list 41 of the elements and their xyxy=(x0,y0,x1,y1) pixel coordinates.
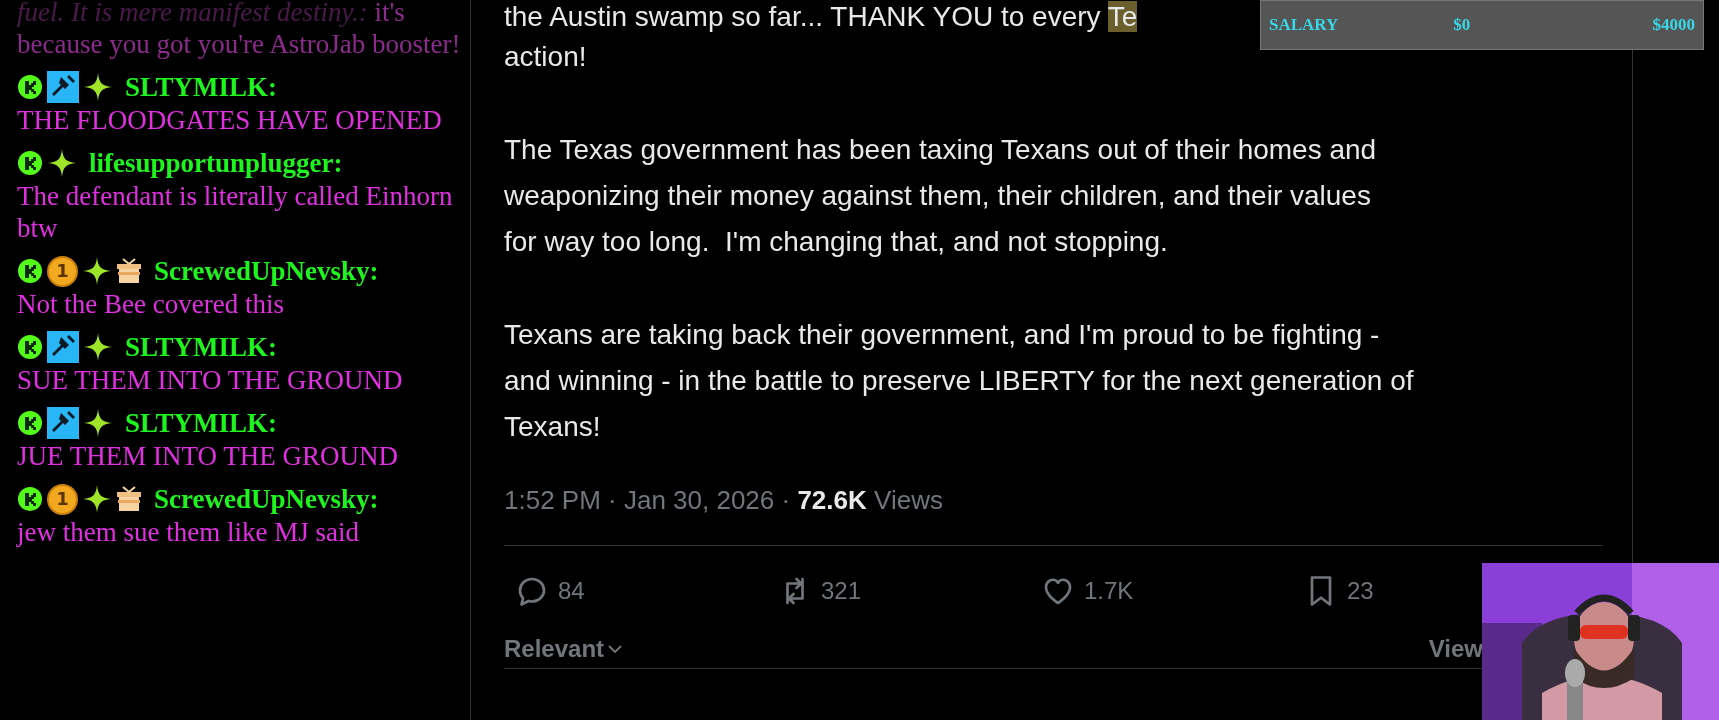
chat-message: SUE THEM INTO THE GROUND xyxy=(17,364,404,396)
chat-message: Not the Bee covered this xyxy=(17,288,285,320)
view-link[interactable]: View xyxy=(1428,625,1483,672)
chat-message: fuel. It is mere manifest destiny.: it's because you got you're AstroJab booster! xyxy=(17,0,462,60)
chat-username[interactable]: lifesupportunplugger: xyxy=(89,147,343,179)
kick-badge-icon xyxy=(17,410,43,436)
action-count: 84 xyxy=(558,575,585,606)
selected-text: Te xyxy=(1107,1,1138,32)
sort-dropdown[interactable]: Relevant xyxy=(504,625,625,672)
kick-badge-icon xyxy=(17,150,43,176)
chat-message: JUE THEM INTO THE GROUND xyxy=(17,440,399,472)
kick-badge-icon xyxy=(17,74,43,100)
kick-badge-icon xyxy=(17,334,43,360)
gift-badge-icon xyxy=(116,258,142,284)
kick-badge-icon xyxy=(17,486,43,512)
chat-username[interactable]: ScrewedUpNevsky: xyxy=(154,255,379,287)
post-timestamp: 1:52 PM · Jan 30, 2026 · 72.6K Views xyxy=(504,484,944,517)
post-text: the Austin swamp so far... THANK YOU to every Te xyxy=(504,0,1138,34)
salary-min: $0 xyxy=(1453,14,1471,37)
chat-username[interactable]: ScrewedUpNevsky: xyxy=(154,483,379,515)
hammer-badge-icon xyxy=(47,407,79,439)
chat-message: jew them sue them like MJ said xyxy=(17,516,360,548)
salary-max: $4000 xyxy=(1652,14,1695,37)
hammer-badge-icon xyxy=(47,71,79,103)
hammer-badge-icon xyxy=(47,331,79,363)
salary-label: SALARY xyxy=(1269,14,1339,37)
chat-username[interactable]: SLTYMILK: xyxy=(125,331,278,363)
coin-badge: 1 xyxy=(47,255,78,287)
action-count: 1.7K xyxy=(1084,575,1134,606)
chat-message: THE FLOODGATES HAVE OPENED xyxy=(17,104,443,136)
post-text: Texans are taking back their government, and I'm proud to be fighting - and winning - in the battle to preserve LIBERTY for the next generation of Texans! xyxy=(504,318,1414,444)
action-count: 321 xyxy=(821,575,862,606)
kick-badge-icon xyxy=(17,258,43,284)
coin-badge: 1 xyxy=(47,483,78,515)
chat-username[interactable]: SLTYMILK: xyxy=(125,71,278,103)
gift-badge-icon xyxy=(116,486,142,512)
post-text: The Texas government has been taxing Texans out of their homes and weaponizing their money against them, their children, and their values for way too long. I'm changing that, and not stopping. xyxy=(504,133,1377,259)
post-text: action! xyxy=(504,40,587,74)
chat-message: The defendant is literally called Einhorn btw xyxy=(17,180,454,244)
action-count: 23 xyxy=(1347,575,1374,606)
chat-username[interactable]: SLTYMILK: xyxy=(125,407,278,439)
